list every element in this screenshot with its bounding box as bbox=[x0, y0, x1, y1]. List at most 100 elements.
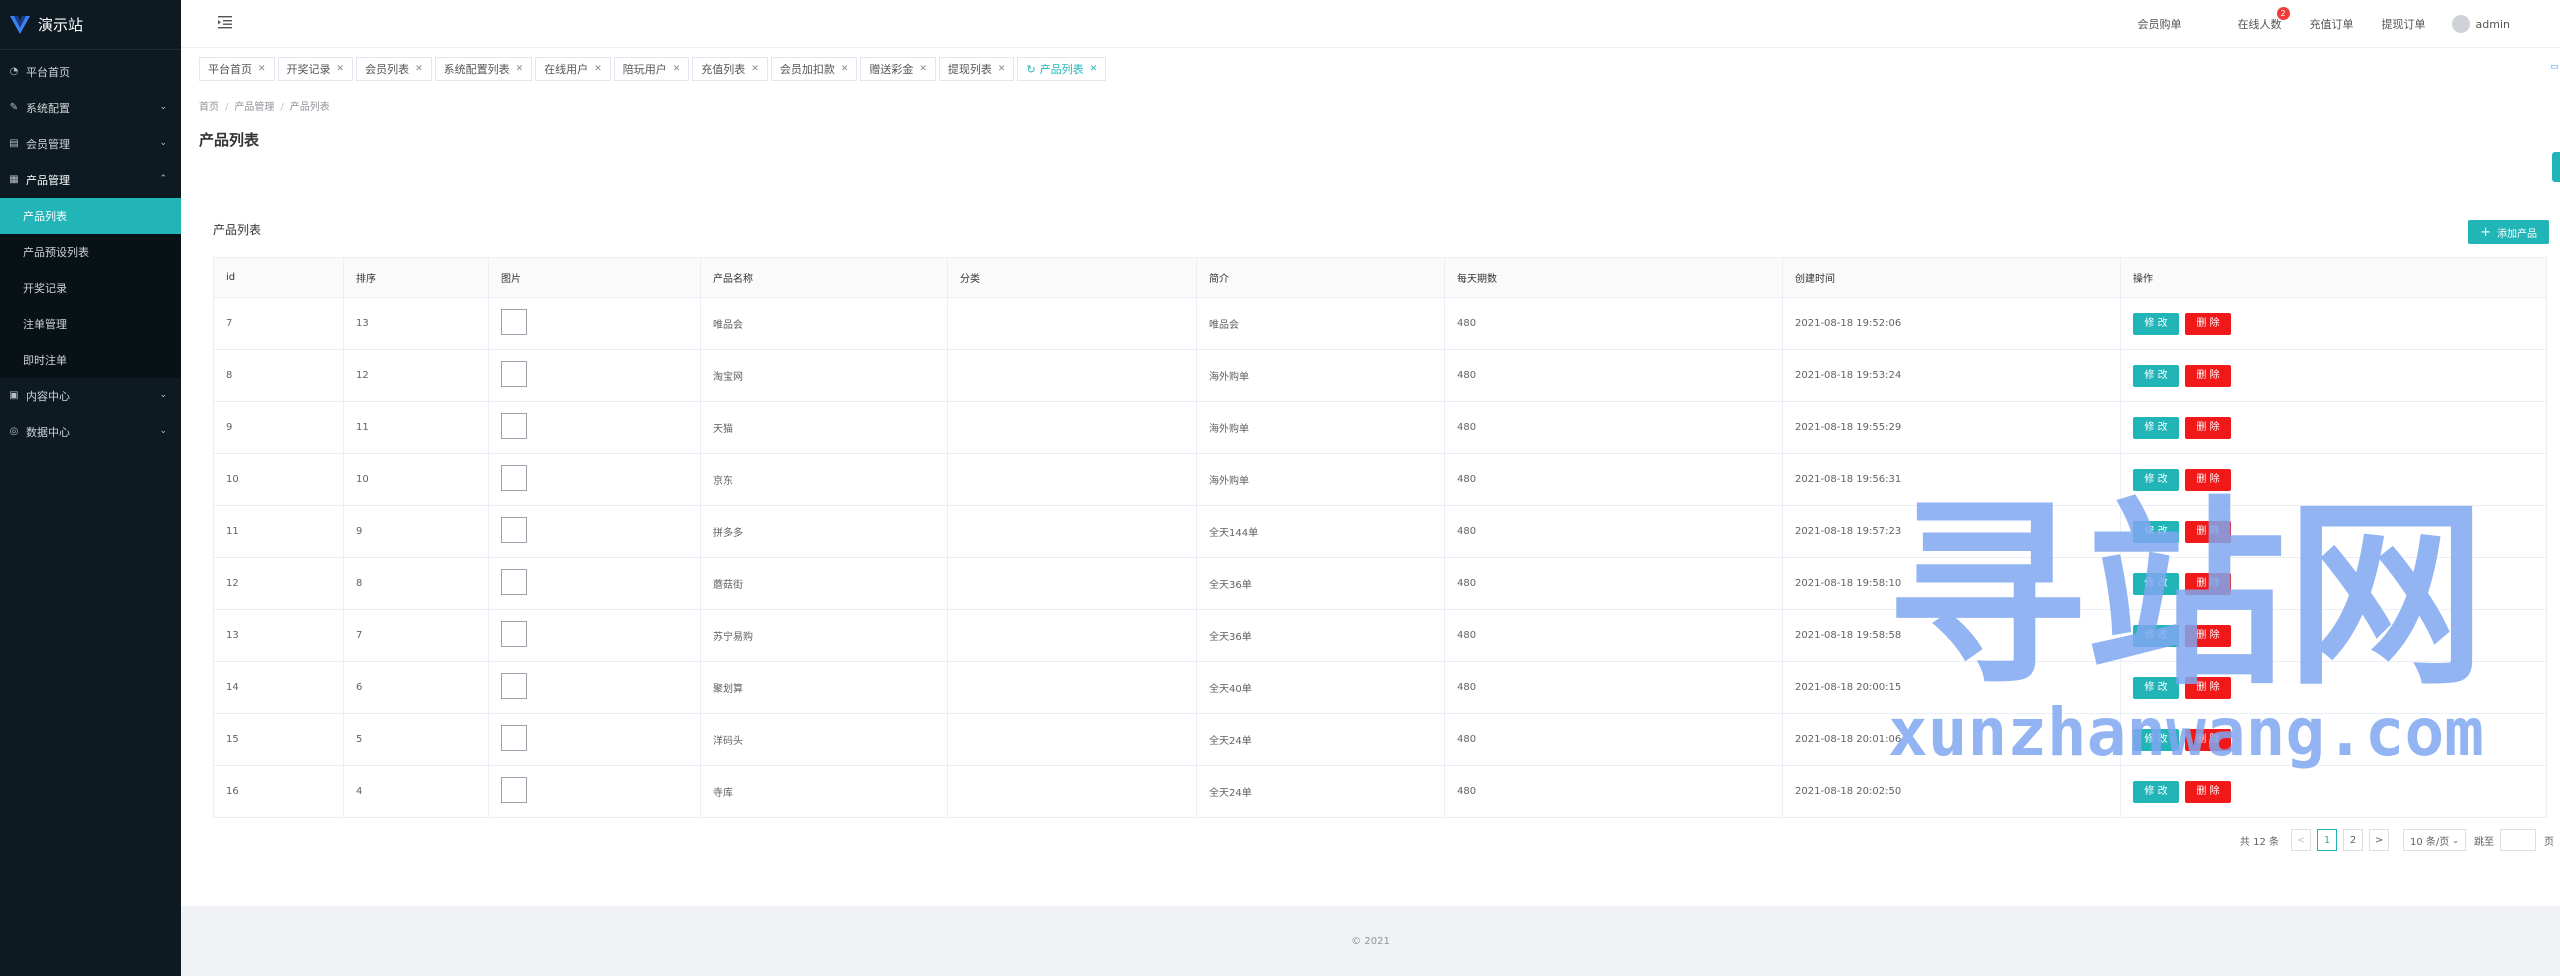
avatar[interactable] bbox=[2451, 15, 2470, 33]
edit-button[interactable]: 修 改 bbox=[2133, 676, 2179, 699]
page-button-2[interactable]: 2 bbox=[2343, 829, 2364, 851]
lock-icon[interactable]: ▭ bbox=[2550, 62, 2559, 72]
delete-button[interactable]: 删 除 bbox=[2185, 468, 2231, 491]
brand-name: 演示站 bbox=[38, 16, 84, 34]
pagination-total: 共 12 条 bbox=[2239, 836, 2280, 848]
delete-button[interactable]: 删 除 bbox=[2185, 780, 2231, 803]
tab-bonus[interactable]: 赠送彩金 ✕ bbox=[860, 57, 936, 81]
tab-online-users[interactable]: 在线用户 ✕ bbox=[535, 57, 611, 81]
sidebar-item-products[interactable]: ▦ 产品管理 ⌃ bbox=[0, 162, 181, 198]
cell-sort: 7 bbox=[343, 609, 489, 662]
cell-intro: 海外购单 bbox=[1196, 453, 1445, 506]
edit-button[interactable]: 修 改 bbox=[2133, 780, 2179, 803]
username[interactable]: admin bbox=[2476, 18, 2510, 31]
close-icon[interactable]: ✕ bbox=[415, 64, 423, 74]
tab-label: 产品列表 bbox=[1039, 63, 1084, 76]
cell-sort: 13 bbox=[343, 297, 489, 350]
close-icon[interactable]: ✕ bbox=[841, 64, 849, 74]
sidebar-subitem-orders[interactable]: 注单管理 bbox=[0, 306, 181, 342]
tab-companion-users[interactable]: 陪玩用户 ✕ bbox=[613, 57, 690, 81]
breadcrumb-products[interactable]: 产品管理 bbox=[234, 102, 274, 113]
broken-image-icon bbox=[501, 517, 527, 543]
cell-periods: 480 bbox=[1444, 453, 1783, 506]
next-page-button[interactable]: > bbox=[2369, 829, 2390, 851]
close-icon[interactable]: ✕ bbox=[919, 64, 927, 74]
sidebar-item-system-config[interactable]: ✎ 系统配置 ⌄ bbox=[0, 90, 181, 126]
sidebar-item-content[interactable]: ▣ 内容中心 ⌄ bbox=[0, 378, 181, 414]
delete-button[interactable]: 删 除 bbox=[2185, 728, 2231, 751]
sidebar-subitem-draw-records[interactable]: 开奖记录 bbox=[0, 270, 181, 306]
sidebar-subitem-product-presets[interactable]: 产品预设列表 bbox=[0, 234, 181, 270]
edit-button[interactable]: 修 改 bbox=[2133, 624, 2179, 647]
edit-button[interactable]: 修 改 bbox=[2133, 572, 2179, 595]
refresh-icon[interactable]: ↻ bbox=[1026, 63, 1035, 76]
edit-icon: ✎ bbox=[9, 102, 19, 113]
tab-draw-records[interactable]: 开奖记录 ✕ bbox=[277, 57, 354, 81]
cell-intro: 全天36单 bbox=[1196, 609, 1445, 662]
app-root: 演示站 ◔ 平台首页 ✎ 系统配置 ⌄ ▤ 会员管理 ⌄ ▦ 产品管理 ⌃ 产品列表 产品预设… bbox=[0, 0, 2560, 976]
delete-button[interactable]: 删 除 bbox=[2185, 676, 2231, 699]
menu-fold-icon[interactable] bbox=[217, 14, 233, 30]
delete-button[interactable]: 删 除 bbox=[2185, 364, 2231, 387]
jump-label: 跳至 bbox=[2474, 836, 2494, 848]
table-row: 15 5 洋码头 全天24单 480 2021-08-18 20:01:06 修 改删 除 bbox=[213, 713, 2547, 766]
prev-page-button[interactable]: < bbox=[2291, 829, 2312, 851]
sidebar-subitem-product-list[interactable]: 产品列表 bbox=[0, 198, 181, 234]
nav-link-online-users[interactable]: 在线人数 2 bbox=[2210, 7, 2290, 32]
sidebar-subitem-live-orders[interactable]: 即时注单 bbox=[0, 342, 181, 378]
sidebar-item-dashboard[interactable]: ◔ 平台首页 bbox=[0, 54, 181, 90]
cell-image bbox=[488, 661, 701, 714]
logout-link[interactable]: ⏻退出 bbox=[2534, 16, 2560, 32]
column-header-name: 产品名称 bbox=[700, 257, 948, 298]
tab-system-config[interactable]: 系统配置列表 ✕ bbox=[434, 57, 533, 81]
delete-button[interactable]: 删 除 bbox=[2185, 624, 2231, 647]
cell-periods: 480 bbox=[1444, 401, 1783, 454]
close-icon[interactable]: ✕ bbox=[1090, 64, 1098, 74]
tab-label: 会员加扣款 bbox=[779, 63, 835, 76]
main-area: 会员购单 在线人数2 充值订单 提现订单 admin ⏻退出 平台首页✕ 开奖记… bbox=[181, 0, 2560, 976]
navbar: 会员购单 在线人数2 充值订单 提现订单 admin ⏻退出 bbox=[181, 0, 2560, 48]
close-icon[interactable]: ✕ bbox=[337, 64, 345, 74]
close-icon[interactable]: ✕ bbox=[258, 64, 266, 74]
tab-member-list[interactable]: 会员列表 ✕ bbox=[356, 57, 432, 81]
delete-button[interactable]: 删 除 bbox=[2185, 572, 2231, 595]
close-icon[interactable]: ✕ bbox=[673, 64, 681, 74]
sidebar-item-data[interactable]: ◎ 数据中心 ⌄ bbox=[0, 414, 181, 450]
cell-image bbox=[488, 297, 701, 350]
close-icon[interactable]: ✕ bbox=[998, 64, 1006, 74]
broken-image-icon bbox=[501, 621, 527, 647]
nav-link-recharge-orders[interactable]: 充值订单 bbox=[2310, 16, 2354, 32]
sidebar-item-members[interactable]: ▤ 会员管理 ⌄ bbox=[0, 126, 181, 162]
edit-button[interactable]: 修 改 bbox=[2133, 416, 2179, 439]
tab-withdraw-list[interactable]: 提现列表 ✕ bbox=[938, 57, 1015, 81]
tab-label: 提现列表 bbox=[947, 63, 992, 76]
delete-button[interactable]: 删 除 bbox=[2185, 312, 2231, 335]
chevron-down-icon: ⌄ bbox=[159, 390, 167, 400]
cell-sort: 6 bbox=[343, 661, 489, 714]
close-icon[interactable]: ✕ bbox=[594, 64, 602, 74]
edit-button[interactable]: 修 改 bbox=[2133, 468, 2179, 491]
page-size-select[interactable]: 10 条/页 ⌄ bbox=[2403, 829, 2466, 851]
edit-button[interactable]: 修 改 bbox=[2133, 312, 2179, 335]
close-icon[interactable]: ✕ bbox=[751, 64, 759, 74]
delete-button[interactable]: 删 除 bbox=[2185, 416, 2231, 439]
delete-button[interactable]: 删 除 bbox=[2185, 520, 2231, 543]
edit-button[interactable]: 修 改 bbox=[2133, 520, 2179, 543]
tab-label: 会员列表 bbox=[365, 63, 410, 76]
tab-dashboard[interactable]: 平台首页 ✕ bbox=[199, 57, 275, 81]
edit-button[interactable]: 修 改 bbox=[2133, 728, 2179, 751]
page-button-1[interactable]: 1 bbox=[2317, 829, 2338, 851]
brand[interactable]: 演示站 bbox=[0, 0, 181, 50]
tab-recharge-list[interactable]: 充值列表 ✕ bbox=[692, 57, 768, 81]
edit-button[interactable]: 修 改 bbox=[2133, 364, 2179, 387]
close-icon[interactable]: ✕ bbox=[516, 64, 524, 74]
tab-member-adjust[interactable]: 会员加扣款 ✕ bbox=[770, 57, 858, 81]
nav-link-withdraw-orders[interactable]: 提现订单 bbox=[2382, 16, 2426, 32]
add-product-button[interactable]: + 添加产品 bbox=[2468, 220, 2549, 244]
settings-drawer-handle[interactable] bbox=[2552, 152, 2560, 182]
breadcrumb-home[interactable]: 首页 bbox=[199, 102, 219, 113]
tab-label: 开奖记录 bbox=[286, 63, 331, 76]
tab-product-list[interactable]: ↻ 产品列表 ✕ bbox=[1017, 57, 1107, 81]
page-jump-input[interactable] bbox=[2500, 829, 2536, 851]
nav-link-member-orders[interactable]: 会员购单 bbox=[2138, 16, 2182, 32]
